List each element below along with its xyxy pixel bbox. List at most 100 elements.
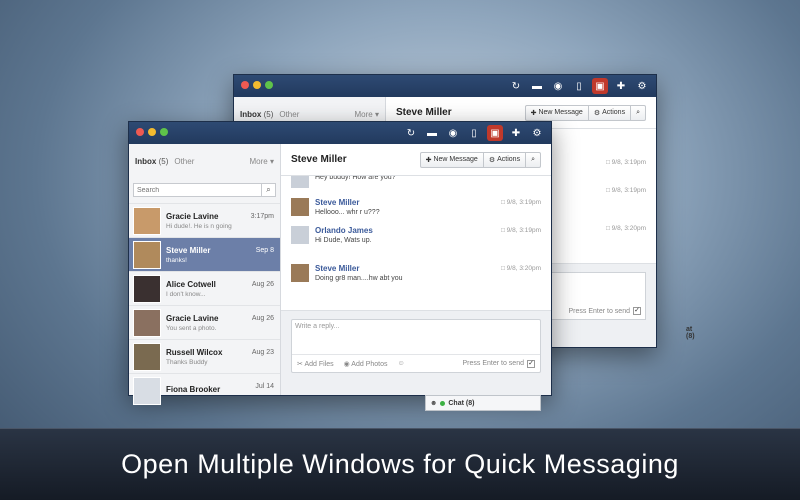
conversation-date: 3:17pm: [250, 213, 274, 220]
conversation-item[interactable]: Gracie Lavine You sent a photo. Aug 26: [129, 305, 280, 339]
search-button[interactable]: ⌕: [631, 106, 645, 120]
message-preview: Hi dude!. He is n going: [166, 222, 232, 230]
avatar: [133, 308, 161, 337]
message-sender[interactable]: Orlando James: [315, 226, 373, 235]
new-message-button[interactable]: ✚ New Message: [421, 152, 484, 167]
titlebar: ↻ ▬ ◉ ▯ ▣ ✚ ⚙: [234, 75, 656, 97]
zoom-icon[interactable]: [160, 128, 168, 136]
avatar: [133, 240, 161, 269]
press-enter-option[interactable]: Press Enter to send ✓: [569, 307, 641, 315]
refresh-icon[interactable]: ↻: [508, 78, 524, 94]
header-buttons: ✚ New Message ⚙ Actions ⌕: [524, 104, 646, 121]
plus-icon: ✚: [425, 156, 432, 164]
conversation-date: Aug 23: [251, 349, 274, 356]
search-input[interactable]: [134, 184, 261, 196]
lock-icon[interactable]: ▣: [487, 125, 503, 141]
tab-more[interactable]: More ▾: [355, 110, 379, 119]
message-sender[interactable]: Steve Miller: [315, 264, 359, 273]
add-photos-button[interactable]: ◉ Add Photos: [344, 360, 388, 368]
message-time: □ 9/8, 3:20pm: [605, 225, 646, 232]
message-text: Hey buddy! How are you?: [315, 176, 396, 181]
search-icon[interactable]: ⌕: [261, 184, 275, 196]
message-text: Hi Dude, Wats up.: [315, 237, 372, 244]
message: Hey buddy! How are you?: [291, 176, 541, 192]
conversation-item[interactable]: Steve Miller thanks! Sep 8: [129, 237, 280, 271]
caption-text: Open Multiple Windows for Quick Messagin…: [121, 449, 679, 479]
front-window: ↻ ▬ ◉ ▯ ▣ ✚ ⚙ Inbox (5) Other More ▾ ⌕ G…: [128, 121, 552, 411]
lock-icon[interactable]: ▣: [592, 78, 608, 94]
checkbox[interactable]: ✓: [633, 307, 641, 315]
avatar: [133, 342, 161, 371]
reply-toolbar: ✂ Add Files ◉ Add Photos ☺ Press Enter t…: [292, 354, 540, 372]
settings-icon[interactable]: ⚙: [529, 125, 545, 141]
message-text: Doing gr8 man....hw abt you: [315, 275, 403, 282]
actions-button[interactable]: ⚙ Actions: [589, 105, 632, 120]
message: Orlando James Hi Dude, Wats up. □ 9/8, 3:1…: [291, 226, 541, 248]
search-button[interactable]: ⌕: [526, 153, 540, 167]
new-message-button[interactable]: ✚ New Message: [526, 105, 589, 120]
conversation-item[interactable]: Gracie Lavine Hi dude!. He is n going 3:17…: [129, 203, 280, 237]
chat-tab[interactable]: ☻ Chat (8): [425, 395, 541, 411]
conversation-item[interactable]: Alice Cotwell I don't know... Aug 26: [129, 271, 280, 305]
conversation-item[interactable]: Fiona Brooker Jul 14: [129, 373, 280, 407]
chat-bubble-icon[interactable]: ▬: [424, 125, 440, 141]
tab-inbox[interactable]: Inbox (5): [240, 110, 273, 119]
reply-box[interactable]: Write a reply... ✂ Add Files ◉ Add Photo…: [291, 319, 541, 373]
camera-icon[interactable]: ◉: [445, 125, 461, 141]
tab-other[interactable]: Other: [174, 157, 194, 166]
document-icon[interactable]: ▯: [466, 125, 482, 141]
reply-input[interactable]: Write a reply...: [295, 323, 339, 330]
conversation-date: Aug 26: [251, 315, 274, 322]
minimize-icon[interactable]: [148, 128, 156, 136]
conversation-title: Steve Miller: [396, 107, 452, 118]
header-buttons: ✚ New Message ⚙ Actions ⌕: [419, 151, 541, 168]
message-text: Hellooo... whr r u???: [315, 209, 380, 216]
plus-icon[interactable]: ✚: [613, 78, 629, 94]
camera-icon: ◉: [343, 360, 350, 368]
tab-inbox[interactable]: Inbox (5): [135, 157, 168, 166]
tab-other[interactable]: Other: [279, 110, 299, 119]
message-list: Hey buddy! How are you? Steve Miller Hello…: [281, 176, 551, 310]
zoom-icon[interactable]: [265, 81, 273, 89]
message-sender[interactable]: Steve Miller: [315, 198, 359, 207]
close-icon[interactable]: [136, 128, 144, 136]
window-controls: [241, 81, 273, 89]
refresh-icon[interactable]: ↻: [403, 125, 419, 141]
conversation-pane: Steve Miller ✚ New Message ⚙ Actions ⌕ Hey…: [281, 144, 551, 411]
emoji-icon[interactable]: ☺: [398, 360, 405, 367]
conversation-item[interactable]: Russell Wilcox Thanks Buddy Aug 23: [129, 339, 280, 373]
caption-banner: Open Multiple Windows for Quick Messagin…: [0, 428, 800, 500]
message-time: □ 9/8, 3:19pm: [605, 159, 646, 166]
actions-button[interactable]: ⚙ Actions: [484, 152, 527, 167]
conversation-list: Inbox (5) Other More ▾ ⌕ Gracie LavineHi…: [129, 144, 281, 405]
paperclip-icon: ✂: [297, 360, 303, 368]
message-time: □ 9/8, 3:20pm: [500, 265, 541, 272]
composer: Write a reply... ✂ Add Files ◉ Add Photo…: [281, 310, 551, 411]
online-dot: [440, 400, 446, 406]
avatar: [291, 198, 309, 216]
titlebar: ↻ ▬ ◉ ▯ ▣ ✚ ⚙: [129, 122, 551, 144]
conversation-title: Steve Miller: [291, 154, 347, 165]
avatar: [291, 226, 309, 244]
settings-icon[interactable]: ⚙: [634, 78, 650, 94]
camera-icon[interactable]: ◉: [550, 78, 566, 94]
message: Steve Miller Doing gr8 man....hw abt you □…: [291, 264, 541, 286]
chat-tab[interactable]: at (8): [686, 326, 695, 340]
conversation-date: Jul 14: [255, 383, 274, 390]
message-preview: I don't know...: [166, 290, 206, 298]
checkbox[interactable]: ✓: [527, 359, 535, 368]
close-icon[interactable]: [241, 81, 249, 89]
plus-icon: ✚: [530, 109, 537, 117]
document-icon[interactable]: ▯: [571, 78, 587, 94]
avatar: [291, 176, 309, 188]
chat-bubble-icon[interactable]: ▬: [529, 78, 545, 94]
add-files-button[interactable]: ✂ Add Files: [297, 360, 334, 368]
plus-icon[interactable]: ✚: [508, 125, 524, 141]
message-time: □ 9/8, 3:19pm: [500, 227, 541, 234]
avatar: [291, 264, 309, 282]
minimize-icon[interactable]: [253, 81, 261, 89]
toolbar-icons: ↻ ▬ ◉ ▯ ▣ ✚ ⚙: [508, 78, 650, 94]
press-enter-option[interactable]: Press Enter to send ✓: [463, 359, 535, 368]
tab-more[interactable]: More ▾: [250, 157, 274, 166]
front-window-body: Inbox (5) Other More ▾ ⌕ Gracie LavineHi…: [129, 144, 551, 411]
